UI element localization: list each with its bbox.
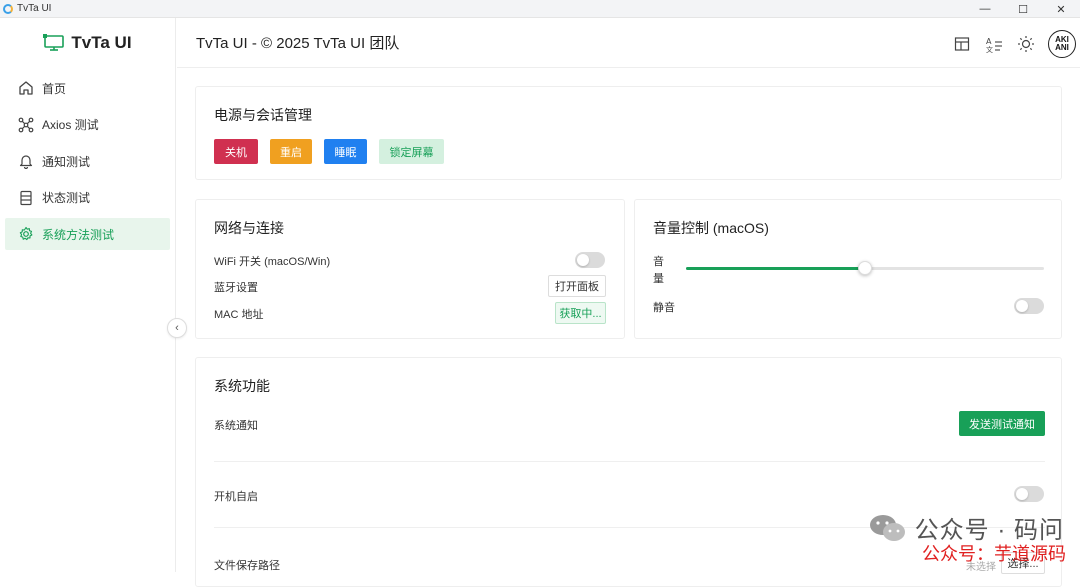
sidebar-item-system-methods[interactable]: 系统方法测试: [5, 218, 170, 250]
app-icon: [3, 3, 13, 14]
shutdown-button[interactable]: 关机: [214, 139, 258, 164]
mute-toggle[interactable]: [1014, 298, 1044, 314]
sidebar-item-label: 首页: [42, 81, 67, 96]
maximize-button[interactable]: ☐: [1004, 0, 1042, 18]
window-controls: — ☐ ✕: [966, 0, 1080, 18]
brand[interactable]: TvTa UI: [0, 18, 175, 68]
card-title: 网络与连接: [214, 220, 284, 236]
page-title: TvTa UI - © 2025 TvTa UI 团队: [196, 35, 400, 52]
volume-label: 量: [653, 273, 664, 285]
header: TvTa UI - © 2025 TvTa UI 团队 A文 AKI ANI: [177, 18, 1080, 68]
sidebar-item-status[interactable]: 状态测试: [5, 182, 170, 214]
sun-icon[interactable]: [1016, 34, 1036, 54]
sidebar: TvTa UI 首页 Axios 测试 通知测试 状态测试 系统方法测试: [0, 18, 176, 572]
sidebar-item-notify[interactable]: 通知测试: [5, 145, 170, 177]
autostart-label: 开机自启: [214, 491, 258, 503]
sidebar-item-axios[interactable]: Axios 测试: [5, 109, 170, 141]
card-title: 系统功能: [214, 378, 270, 394]
close-button[interactable]: ✕: [1042, 0, 1080, 18]
network-icon: [18, 117, 34, 132]
sidebar-collapse-button[interactable]: ‹: [167, 318, 187, 338]
mac-address-label: MAC 地址: [214, 309, 264, 321]
mac-address-button[interactable]: 获取中...: [555, 302, 606, 324]
lock-screen-button[interactable]: 锁定屏幕: [379, 139, 444, 164]
volume-label: 音: [653, 256, 664, 268]
card-title: 电源与会话管理: [214, 107, 312, 123]
window-title: TvTa UI: [17, 3, 52, 14]
header-actions: A文 AKI ANI: [952, 30, 1076, 58]
sidebar-item-label: 通知测试: [42, 154, 91, 169]
volume-slider[interactable]: [686, 261, 1044, 275]
home-icon: [19, 81, 33, 95]
volume-slider-fill: [686, 267, 865, 270]
avatar[interactable]: AKI ANI: [1048, 30, 1076, 58]
svg-text:文: 文: [986, 45, 993, 53]
bell-icon: [19, 155, 33, 169]
power-card: 电源与会话管理 关机 重启 睡眠 锁定屏幕: [195, 86, 1062, 180]
system-notify-label: 系统通知: [214, 420, 258, 432]
gear-icon: [19, 226, 33, 241]
window-titlebar: TvTa UI — ☐ ✕: [0, 0, 1080, 18]
card-title: 音量控制 (macOS): [653, 220, 769, 236]
brand-name: TvTa UI: [71, 33, 132, 52]
bluetooth-label: 蓝牙设置: [214, 282, 258, 294]
divider: [214, 461, 1045, 462]
minimize-button[interactable]: —: [966, 0, 1004, 18]
sleep-button[interactable]: 睡眠: [324, 139, 367, 164]
mute-label: 静音: [653, 302, 675, 314]
watermark-subtext: 公众号：芋道源码: [922, 544, 1066, 564]
sidebar-item-label: 状态测试: [42, 191, 91, 205]
wifi-label: WiFi 开关 (macOS/Win): [214, 256, 331, 268]
sidebar-nav: 首页 Axios 测试 通知测试 状态测试 系统方法测试: [0, 72, 175, 250]
layout-icon[interactable]: [952, 34, 972, 54]
wechat-icon: [869, 514, 905, 541]
network-card: 网络与连接 WiFi 开关 (macOS/Win) 蓝牙设置 打开面板 MAC …: [195, 199, 625, 339]
save-path-label: 文件保存路径: [214, 560, 280, 572]
sidebar-item-label: 系统方法测试: [42, 227, 115, 242]
svg-text:A: A: [986, 37, 992, 46]
restart-button[interactable]: 重启: [270, 139, 312, 164]
sidebar-item-home[interactable]: 首页: [5, 72, 170, 104]
volume-slider-thumb[interactable]: [858, 261, 872, 275]
sidebar-item-label: Axios 测试: [42, 118, 99, 132]
wifi-toggle[interactable]: [575, 252, 605, 268]
translate-icon[interactable]: A文: [984, 34, 1004, 54]
server-icon: [20, 190, 32, 205]
open-bluetooth-panel-button[interactable]: 打开面板: [548, 275, 606, 297]
send-test-notification-button[interactable]: 发送测试通知: [959, 411, 1045, 436]
volume-card: 音量控制 (macOS) 音 量 静音: [634, 199, 1062, 339]
monitor-icon: [43, 34, 65, 51]
autostart-toggle[interactable]: [1014, 486, 1044, 502]
